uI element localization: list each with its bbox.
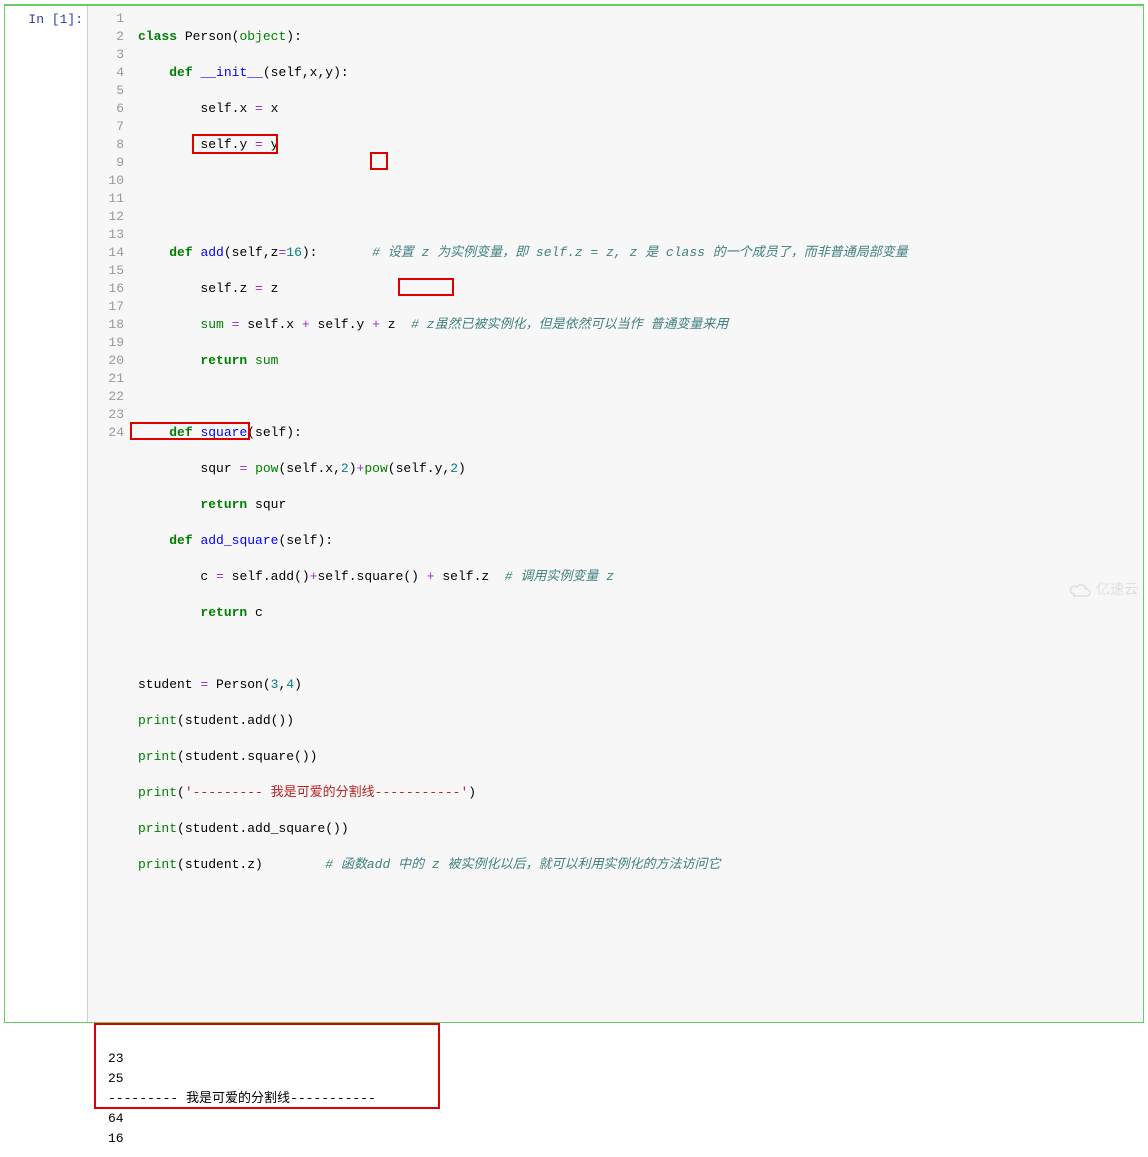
code-line: c = self.add()+self.square() + self.z # … <box>138 568 1135 586</box>
code-line: return squr <box>138 496 1135 514</box>
line-number: 8 <box>88 136 124 154</box>
line-number: 12 <box>88 208 124 226</box>
code-line: print('--------- 我是可爱的分割线-----------') <box>138 784 1135 802</box>
code-line: print(student.add_square()) <box>138 820 1135 838</box>
output-line: 16 <box>108 1131 124 1146</box>
line-number: 9 <box>88 154 124 172</box>
code-line: return sum <box>138 352 1135 370</box>
line-number: 24 <box>88 424 124 442</box>
code-line: print(student.square()) <box>138 748 1135 766</box>
code-line: print(student.z) # 函数add 中的 z 被实例化以后，就可以… <box>138 856 1135 874</box>
line-number: 20 <box>88 352 124 370</box>
line-number: 13 <box>88 226 124 244</box>
code-line: def add_square(self): <box>138 532 1135 550</box>
code-line: self.z = z <box>138 280 1135 298</box>
code-line: class Person(object): <box>138 28 1135 46</box>
watermark-text: 亿速云 <box>1096 581 1138 597</box>
code-line: self.x = x <box>138 100 1135 118</box>
output-line: 23 <box>108 1051 124 1066</box>
input-prompt-area: In [1]: <box>5 6 87 1022</box>
output-line: 25 <box>108 1071 124 1086</box>
line-number: 11 <box>88 190 124 208</box>
code-line: squr = pow(self.x,2)+pow(self.y,2) <box>138 460 1135 478</box>
code-line <box>138 172 1135 190</box>
line-number: 23 <box>88 406 124 424</box>
line-number-gutter: 1 2 3 4 5 6 7 8 9 10 11 12 13 14 15 16 1… <box>88 6 130 1022</box>
line-number: 22 <box>88 388 124 406</box>
line-number: 7 <box>88 118 124 136</box>
output-area: 23 25 --------- 我是可爱的分割线----------- 64 1… <box>4 1025 1144 1153</box>
code-line <box>138 208 1135 226</box>
line-number: 14 <box>88 244 124 262</box>
line-number: 5 <box>88 82 124 100</box>
line-number: 2 <box>88 28 124 46</box>
output-line: 64 <box>108 1111 124 1126</box>
annotation-box <box>370 152 388 170</box>
line-number: 17 <box>88 298 124 316</box>
code-editor[interactable]: class Person(object): def __init__(self,… <box>130 6 1143 1022</box>
output-text: 23 25 --------- 我是可爱的分割线----------- 64 1… <box>108 1029 1140 1149</box>
watermark: 亿速云 <box>1068 579 1138 599</box>
line-number: 4 <box>88 64 124 82</box>
code-line <box>138 640 1135 658</box>
line-number: 15 <box>88 262 124 280</box>
code-line: print(student.add()) <box>138 712 1135 730</box>
code-line: def __init__(self,x,y): <box>138 64 1135 82</box>
cloud-icon <box>1068 582 1092 598</box>
code-line: return c <box>138 604 1135 622</box>
line-number: 16 <box>88 280 124 298</box>
line-number: 19 <box>88 334 124 352</box>
code-line: def square(self): <box>138 424 1135 442</box>
line-number: 18 <box>88 316 124 334</box>
code-line <box>138 388 1135 406</box>
line-number: 3 <box>88 46 124 64</box>
output-line: --------- 我是可爱的分割线----------- <box>108 1091 376 1106</box>
line-number: 10 <box>88 172 124 190</box>
code-line: self.y = y <box>138 136 1135 154</box>
code-line: sum = self.x + self.y + z # z虽然已被实例化，但是依… <box>138 316 1135 334</box>
code-area: 1 2 3 4 5 6 7 8 9 10 11 12 13 14 15 16 1… <box>87 6 1143 1022</box>
jupyter-code-cell[interactable]: In [1]: 1 2 3 4 5 6 7 8 9 10 11 12 13 14… <box>4 4 1144 1023</box>
line-number: 21 <box>88 370 124 388</box>
input-prompt: In [1]: <box>28 12 83 27</box>
line-number: 1 <box>88 10 124 28</box>
code-line: student = Person(3,4) <box>138 676 1135 694</box>
line-number: 6 <box>88 100 124 118</box>
code-line: def add(self,z=16): # 设置 z 为实例变量，即 self.… <box>138 244 1135 262</box>
